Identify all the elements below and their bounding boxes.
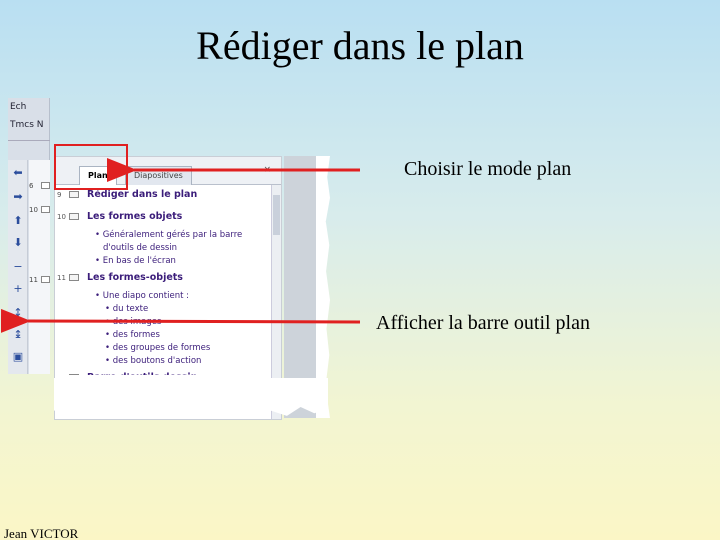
bullet-text: des groupes de formes xyxy=(112,343,211,353)
promote-icon[interactable]: ⬅ xyxy=(11,166,25,180)
font-selector[interactable]: Tmcs N xyxy=(10,120,50,130)
tab-diapositives[interactable]: Diapositives xyxy=(125,166,192,185)
slide-number: 11 xyxy=(57,274,66,282)
slide-number: 9 xyxy=(57,191,62,199)
slide-thumb-icon[interactable] xyxy=(41,276,50,283)
outline-bullet[interactable]: • Une diapo contient : xyxy=(95,291,189,301)
slide-icon[interactable] xyxy=(69,191,79,198)
slide-icon[interactable] xyxy=(69,274,79,281)
bullet-icon: • xyxy=(105,317,113,327)
outline-bullet[interactable]: • Généralement gérés par la barre xyxy=(95,230,242,240)
outline-bullet[interactable]: • des groupes de formes xyxy=(105,343,210,353)
demote-icon[interactable]: ➡ xyxy=(11,190,25,204)
collapse-icon[interactable]: − xyxy=(11,260,25,274)
outline-slide-title: Barre d'outils dessin xyxy=(87,372,197,375)
bullet-text: Une diapo contient : xyxy=(102,291,189,301)
slide-thumb-icon[interactable] xyxy=(41,206,50,213)
slide-title: Rédiger dans le plan xyxy=(196,23,524,68)
author-footer: Jean VICTOR xyxy=(4,526,79,540)
outline-bullet[interactable]: • des images xyxy=(105,317,161,327)
expand-all-icon[interactable]: ↨ xyxy=(11,328,25,342)
slide-thumb-icon[interactable] xyxy=(41,182,50,189)
summary-slide-icon[interactable]: ▣ xyxy=(11,350,25,364)
annotation-choose-plan: Choisir le mode plan xyxy=(404,158,572,180)
expand-icon[interactable]: + xyxy=(11,282,25,296)
bullet-text: d'outils de dessin xyxy=(103,243,178,253)
outline-bullet[interactable]: • du texte xyxy=(105,304,148,314)
scrollbar-thumb[interactable] xyxy=(273,195,280,235)
bullet-icon: • xyxy=(105,356,113,366)
slide-number: 10 xyxy=(57,213,66,221)
bullet-text: du texte xyxy=(112,304,149,314)
bullet-icon: • xyxy=(95,256,103,266)
annotation-show-toolbar: Afficher la barre outil plan xyxy=(376,312,590,334)
slide-icon[interactable] xyxy=(69,213,79,220)
bullet-text: Généralement gérés par la barre xyxy=(102,230,243,240)
outline-slide-title: Les formes objets xyxy=(87,211,183,222)
bullet-icon: • xyxy=(105,343,113,353)
toolbar-divider xyxy=(8,140,50,141)
menu-item-echelle[interactable]: Éch xyxy=(10,102,50,112)
slide-number: 12 xyxy=(57,374,66,375)
bullet-text: des boutons d'action xyxy=(112,356,202,366)
move-down-icon[interactable]: ⬇ xyxy=(11,236,25,250)
slide-number: 6 xyxy=(29,182,34,190)
bullet-icon: • xyxy=(95,291,103,301)
outline-bullet[interactable]: • En bas de l'écran xyxy=(95,256,176,266)
outline-bullet[interactable]: • des boutons d'action xyxy=(105,356,201,366)
slide-number: 10 xyxy=(29,206,38,214)
plan-tab-highlight xyxy=(54,144,128,190)
bullet-icon: • xyxy=(105,330,113,340)
outline-toolbar: ⬅ ➡ ⬆ ⬇ − + ↕ ↨ ▣ xyxy=(8,160,28,374)
slide-icon[interactable] xyxy=(69,374,79,375)
collapse-all-icon[interactable]: ↕ xyxy=(11,306,25,320)
slide-number: 11 xyxy=(29,276,38,284)
outline-slide-title: Les formes-objets xyxy=(87,272,183,283)
bullet-text: En bas de l'écran xyxy=(102,256,176,266)
outline-slide-title: Rédiger dans le plan xyxy=(87,189,198,200)
move-up-icon[interactable]: ⬆ xyxy=(11,214,25,228)
outline-content[interactable]: 9 Rédiger dans le plan 10 Les formes objets… xyxy=(55,185,271,375)
bullet-text: des images xyxy=(112,317,162,327)
outline-bullet[interactable]: • des formes xyxy=(105,330,160,340)
bullet-icon: • xyxy=(95,230,103,240)
close-icon[interactable]: × xyxy=(263,165,271,175)
bullet-text: des formes xyxy=(112,330,160,340)
outline-bullet[interactable]: d'outils de dessin xyxy=(103,243,177,253)
slide-number-strip: 6 10 11 xyxy=(29,160,50,374)
bullet-icon: • xyxy=(105,304,113,314)
